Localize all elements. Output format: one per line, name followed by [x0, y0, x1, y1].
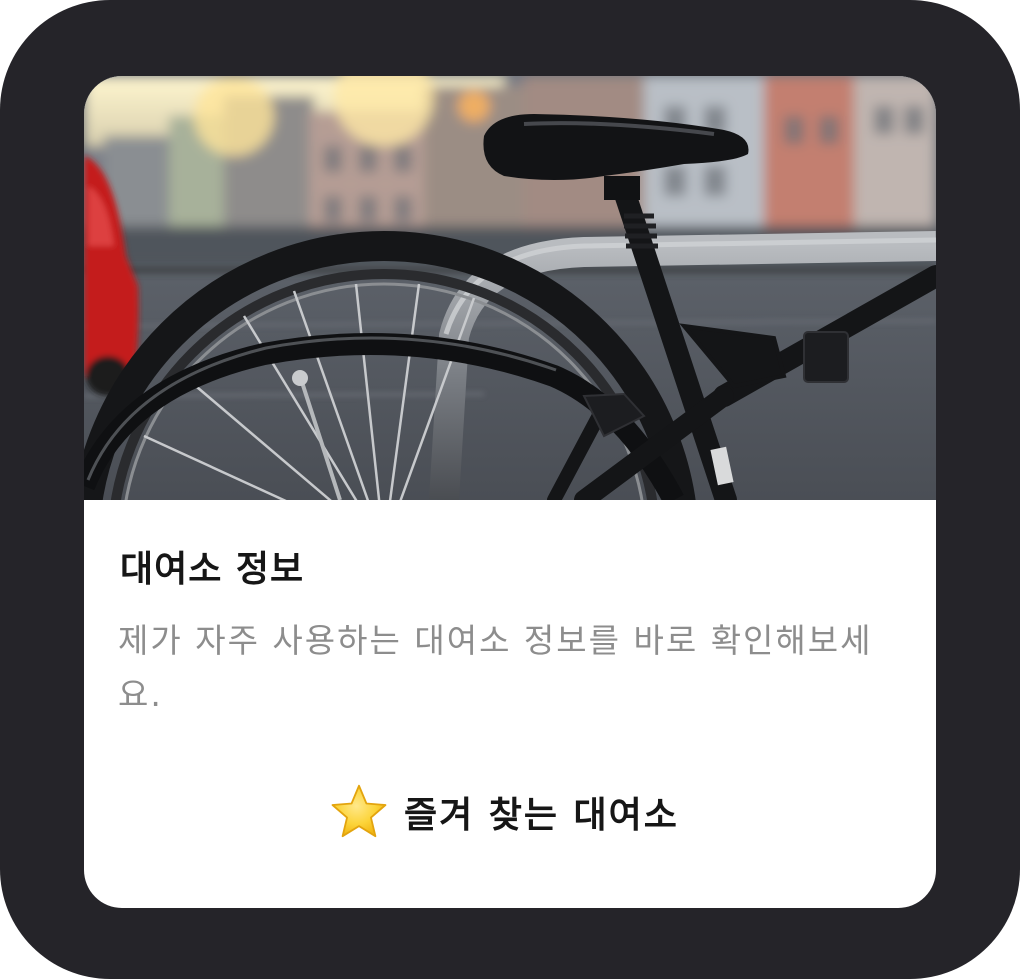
station-info-card[interactable]: 대여소 정보 제가 자주 사용하는 대여소 정보를 바로 확인해보세요. 즐겨 … [84, 76, 936, 908]
widget-frame: 대여소 정보 제가 자주 사용하는 대여소 정보를 바로 확인해보세요. 즐겨 … [0, 0, 1020, 979]
card-description: 제가 자주 사용하는 대여소 정보를 바로 확인해보세요. [118, 621, 873, 714]
bicycle-hero-image [84, 76, 936, 500]
card-title: 대여소 정보 [120, 549, 305, 590]
star-icon [331, 784, 387, 838]
favorite-stations-button[interactable]: 즐겨 찾는 대여소 [330, 780, 679, 844]
favorite-stations-label: 즐겨 찾는 대여소 [404, 795, 679, 836]
